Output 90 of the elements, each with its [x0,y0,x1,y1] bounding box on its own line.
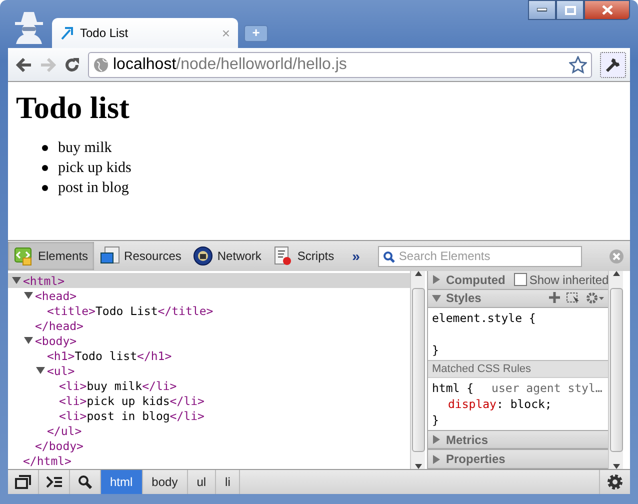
expanded-triangle-icon[interactable] [24,291,33,300]
tree-row[interactable]: <li>pick up kids</li> [8,393,410,408]
tree-row[interactable]: <title>Todo List</title> [8,303,410,318]
dock-icon [15,475,31,489]
markup-text: </body> [35,438,84,452]
breadcrumb[interactable]: body [142,470,188,494]
devtools-tab[interactable]: Resources [94,242,188,270]
style-rule-text: } [432,342,440,358]
style-rule-text: } [432,412,440,428]
bullet-icon [42,165,48,171]
expanded-triangle-icon[interactable] [432,294,441,303]
expanded-triangle-icon[interactable] [36,366,45,375]
collapsed-triangle-icon[interactable] [432,435,441,444]
pane-header[interactable]: Metrics [428,430,608,450]
markup-text: <body> [35,334,77,348]
minimize-button[interactable] [528,0,556,20]
markup-text: <li>buy milk</li> [59,378,177,392]
markup-text: </html> [23,454,72,468]
markup-text: <li>post in blog</li> [59,408,204,422]
breadcrumb[interactable]: li [216,470,240,494]
devtools-tab[interactable]: Elements [8,242,94,270]
markup-text: <ul> [47,364,75,378]
pane-header[interactable]: Styles [428,290,608,308]
bullet-icon [42,185,48,191]
pane-title: Metrics [446,432,488,447]
collapsed-triangle-icon[interactable] [432,275,441,284]
search-icon [78,475,92,489]
settings-icon[interactable] [586,292,604,304]
scrollbar[interactable] [410,271,425,469]
wrench-button[interactable] [600,52,626,78]
markup-text: </head> [35,318,84,332]
tree-row[interactable]: <li>buy milk</li> [8,378,410,393]
pane-title: Styles [446,291,482,306]
address-bar[interactable]: localhost/node/helloworld/hello.js [88,52,592,78]
tree-row[interactable]: <head> [8,288,410,303]
search-field[interactable]: Search Elements [378,246,582,266]
bullet-icon [42,145,48,151]
wrench-icon [605,56,621,72]
reload-icon[interactable] [64,56,80,72]
maximize-button[interactable] [556,0,584,20]
list-item: buy milk [58,139,112,158]
plus-icon[interactable] [549,292,560,304]
console-icon [46,476,62,488]
close-icon [602,5,612,15]
checkbox[interactable] [514,273,528,286]
tree-row[interactable]: <html> [8,273,410,288]
markup-text: <h1>Todo list</h1> [47,348,172,362]
list-item: pick up kids [58,159,132,178]
back-arrow-icon[interactable] [16,58,32,72]
list-item: post in blog [58,179,129,198]
tree-row[interactable]: <li>post in blog</li> [8,408,410,423]
pane-title: Properties [446,452,506,466]
breadcrumb[interactable]: html [101,470,143,494]
pane-title: Computed [446,272,506,287]
documents-icon [100,246,120,266]
tree-row[interactable]: <ul> [8,363,410,378]
pane-header[interactable]: Computed Show inherited [428,271,608,290]
page-heading: Todo list [16,90,130,126]
code-panel-icon [14,246,34,266]
section-header: Matched CSS Rules [428,360,608,378]
style-rule-text: element.style { [432,310,537,326]
markup-text: <html> [23,274,65,288]
minimize-icon [537,8,547,12]
scrollbar[interactable] [608,271,623,469]
collapsed-triangle-icon[interactable] [432,454,441,464]
devtools-tab[interactable]: Scripts [267,242,340,270]
search-icon [382,250,395,262]
expanded-triangle-icon[interactable] [12,276,21,285]
markup-text: </ul> [47,424,82,438]
browser-tab[interactable]: Todo List × [52,18,238,48]
devtools-tab[interactable]: Network [187,242,268,270]
pane-header[interactable]: Properties [428,449,608,470]
tree-row[interactable]: <body> [8,333,410,348]
tree-row[interactable]: <h1>Todo list</h1> [8,348,410,363]
rule-origin: user agent styl… [492,380,602,395]
maximize-icon [564,6,576,14]
element-picker-icon[interactable] [566,292,580,304]
markup-text: <head> [35,288,77,302]
markup-text: <title>Todo List</title> [47,304,214,318]
more-tabs-button[interactable]: » [352,248,360,264]
close-button[interactable] [584,0,630,20]
css-declaration: display: block; [447,396,553,412]
expanded-triangle-icon[interactable] [24,336,33,345]
star-icon[interactable] [569,56,587,74]
checkbox-label: Show inherited [529,272,608,287]
breadcrumb[interactable]: ul [188,470,216,494]
css-selector: html { [432,380,474,395]
markup-text: <li>pick up kids</li> [59,394,204,408]
settings-icon [606,473,624,491]
script-bug-icon [273,246,294,266]
